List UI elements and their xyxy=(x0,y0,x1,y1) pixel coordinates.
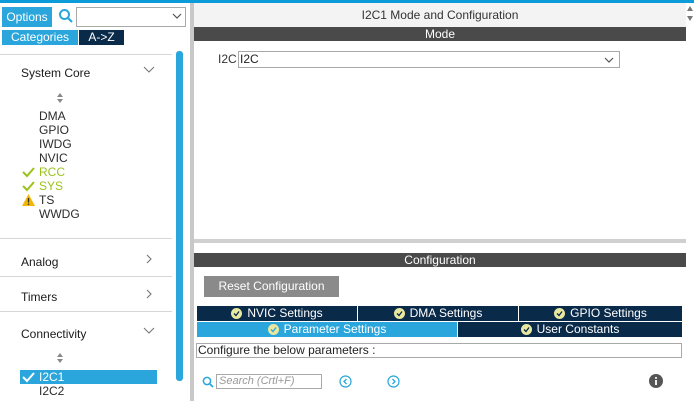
category-tree: System Core DMA GPIO IWDG NVIC RCC SYS T… xyxy=(0,51,172,401)
tree-divider xyxy=(0,238,172,239)
chevron-down-icon[interactable] xyxy=(143,326,155,336)
page-title: I2C1 Mode and Configuration xyxy=(194,3,686,27)
tree-divider xyxy=(0,311,172,312)
next-icon[interactable] xyxy=(387,375,400,388)
item-i2c1[interactable]: I2C1 xyxy=(20,370,157,384)
i2c-mode-value: I2C xyxy=(240,52,259,66)
mode-header: Mode xyxy=(194,27,686,41)
info-icon[interactable] xyxy=(649,374,663,388)
category-search-input[interactable] xyxy=(76,7,186,27)
left-scrollbar[interactable] xyxy=(176,51,183,381)
chevron-down-icon[interactable] xyxy=(603,54,615,66)
group-system-core[interactable]: System Core xyxy=(21,66,90,80)
check-icon xyxy=(22,167,35,178)
tab-label: Parameter Settings xyxy=(283,322,387,336)
check-circle-icon xyxy=(554,308,566,319)
check-circle-icon xyxy=(267,324,279,335)
item-nvic[interactable]: NVIC xyxy=(39,151,68,165)
a-z-tab[interactable]: A->Z xyxy=(79,30,124,45)
group-connectivity[interactable]: Connectivity xyxy=(21,327,86,341)
sort-icon[interactable] xyxy=(56,353,64,363)
right-panel: I2C1 Mode and Configuration Mode I2C I2C… xyxy=(194,3,694,401)
warning-icon xyxy=(22,194,35,206)
sort-icon[interactable] xyxy=(56,93,64,103)
search-icon xyxy=(202,376,214,388)
group-analog[interactable]: Analog xyxy=(21,255,58,269)
tab-label: NVIC Settings xyxy=(247,306,323,320)
tab-label: DMA Settings xyxy=(409,306,483,320)
item-gpio[interactable]: GPIO xyxy=(39,123,69,137)
item-rcc[interactable]: RCC xyxy=(39,165,65,179)
left-panel: Options Categories A->Z System Core DMA … xyxy=(0,3,190,401)
item-i2c2[interactable]: I2C2 xyxy=(39,384,64,398)
chevron-down-icon[interactable] xyxy=(171,10,183,22)
item-sys[interactable]: SYS xyxy=(39,179,63,193)
group-timers[interactable]: Timers xyxy=(21,290,57,304)
chevron-right-icon[interactable] xyxy=(143,289,155,299)
item-wwdg[interactable]: WWDG xyxy=(39,207,80,221)
item-iwdg[interactable]: IWDG xyxy=(39,137,72,151)
check-circle-icon xyxy=(520,324,532,335)
check-icon xyxy=(22,181,35,192)
configuration-header: Configuration xyxy=(194,253,686,267)
app-window: Options Categories A->Z System Core DMA … xyxy=(0,0,694,401)
configure-instructions: Configure the below parameters : xyxy=(196,343,682,358)
tree-divider xyxy=(0,276,172,277)
tab-label: User Constants xyxy=(536,322,620,336)
check-circle-icon xyxy=(231,308,243,319)
tab-gpio-settings[interactable]: GPIO Settings xyxy=(519,306,682,321)
tab-dma-settings[interactable]: DMA Settings xyxy=(358,306,518,321)
categories-tab[interactable]: Categories xyxy=(2,30,78,45)
section-splitter[interactable] xyxy=(194,239,686,243)
scroll-down-icon[interactable] xyxy=(686,14,694,22)
item-ts[interactable]: TS xyxy=(39,193,54,207)
chevron-right-icon[interactable] xyxy=(143,254,155,264)
options-button[interactable]: Options xyxy=(2,7,52,27)
previous-icon[interactable] xyxy=(339,375,352,388)
check-icon xyxy=(22,372,35,383)
reset-configuration-button[interactable]: Reset Configuration xyxy=(204,276,339,297)
check-circle-icon xyxy=(393,308,405,319)
tab-label: GPIO Settings xyxy=(570,306,647,320)
i2c-label: I2C xyxy=(218,52,237,66)
right-scrollbar[interactable] xyxy=(686,3,694,401)
tab-user-constants[interactable]: User Constants xyxy=(458,322,682,337)
search-icon[interactable] xyxy=(58,8,74,24)
parameter-search-input[interactable]: Search (Crtl+F) xyxy=(216,374,322,389)
item-dma[interactable]: DMA xyxy=(39,109,66,123)
scroll-up-icon[interactable] xyxy=(686,5,694,13)
i2c-mode-select[interactable]: I2C xyxy=(238,51,620,68)
tree-divider xyxy=(0,54,172,55)
chevron-down-icon[interactable] xyxy=(143,65,155,75)
tab-parameter-settings[interactable]: Parameter Settings xyxy=(197,322,457,337)
tab-nvic-settings[interactable]: NVIC Settings xyxy=(197,306,357,321)
